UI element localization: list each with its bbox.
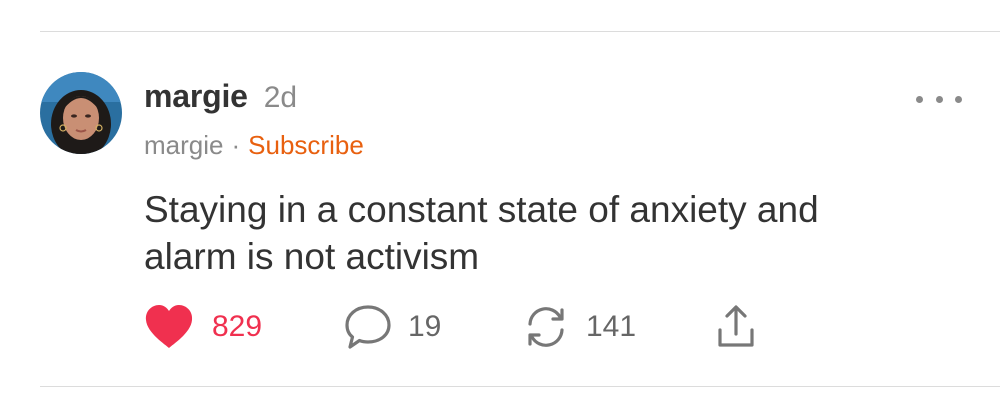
like-count: 829 (212, 310, 263, 343)
share-upload-icon (718, 305, 754, 347)
restack-arrows-icon (528, 307, 564, 347)
comment-button[interactable]: 19 (344, 300, 441, 354)
heart-icon (145, 305, 193, 348)
restack-button[interactable]: 141 (522, 300, 636, 354)
post-timestamp: 2d (263, 81, 298, 114)
separator-dot: · (231, 130, 241, 160)
more-options-button[interactable] (916, 86, 962, 112)
top-divider (40, 31, 1000, 32)
restack-count: 141 (586, 310, 637, 343)
avatar[interactable] (40, 72, 122, 154)
author-name[interactable]: margie (144, 78, 248, 115)
more-dot (955, 95, 962, 103)
avatar-image (40, 72, 122, 154)
post-body: Staying in a constant state of anxiety a… (144, 186, 944, 280)
bottom-divider (40, 386, 1000, 387)
more-dot (935, 95, 943, 103)
post-body-line: alarm is not activism (144, 236, 480, 277)
comment-bubble-icon (345, 305, 391, 349)
subscribe-link[interactable]: Subscribe (248, 130, 364, 160)
author-handle[interactable]: margie (144, 130, 223, 160)
author-subline: margie · Subscribe (144, 130, 364, 161)
share-button[interactable] (714, 300, 758, 354)
like-button[interactable]: 829 (144, 300, 262, 354)
comment-count: 19 (408, 310, 442, 343)
post-header: margie 2d (144, 78, 297, 120)
more-dots-icon (916, 95, 923, 103)
action-bar: 829 19 141 (144, 300, 784, 354)
post-body-line: Staying in a constant state of anxiety a… (144, 189, 819, 230)
